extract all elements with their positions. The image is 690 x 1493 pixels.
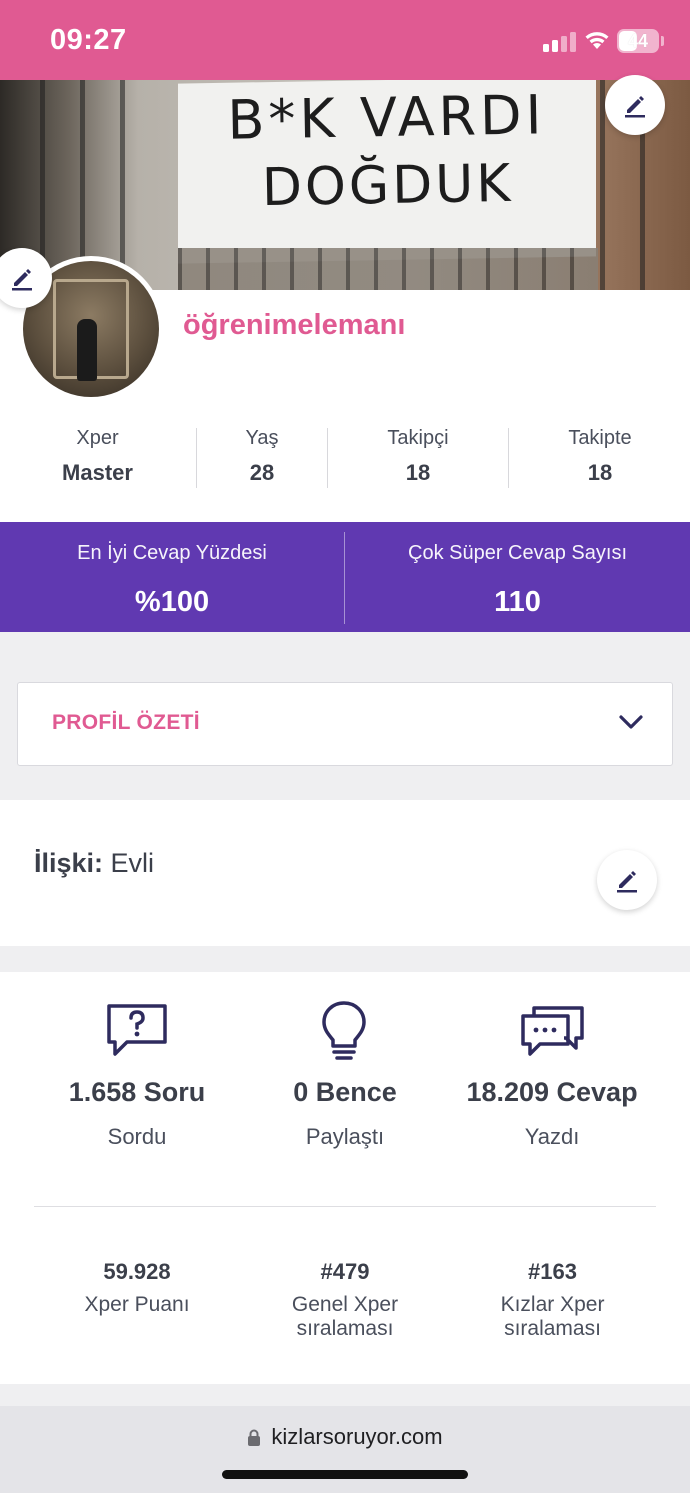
lightbulb-icon [322, 1001, 366, 1060]
pencil-icon [12, 269, 32, 291]
pencil-icon [625, 96, 645, 118]
opinions-count: 0 Bence [293, 1077, 397, 1107]
general-rank-value: #479 [320, 1259, 370, 1284]
girls-rank: #163 Kızlar Xper sıralaması [470, 1257, 635, 1341]
relationship-value: Evli [110, 848, 155, 878]
lock-icon [248, 1429, 261, 1446]
url-text: kizlarsoruyor.com [271, 1424, 443, 1449]
questions-stat[interactable]: 1.658 Soru Sordu [22, 1072, 252, 1154]
cellular-signal-icon [543, 30, 577, 52]
highlight-label: En İyi Cevap Yüzdesi [77, 542, 267, 564]
divider [327, 428, 328, 488]
highlight-label: Çok Süper Cevap Sayısı [408, 542, 627, 564]
divider [196, 428, 197, 488]
battery-icon: 44 [617, 29, 659, 53]
question-bubble-icon [107, 1004, 167, 1056]
stat-xper: Xper Master [20, 422, 175, 492]
pencil-icon [617, 871, 637, 893]
profile-stats: Xper Master Yaş 28 Takipçi 18 Takipte 18 [0, 422, 690, 494]
highlight-value: %100 [134, 586, 210, 618]
stat-value: 28 [249, 460, 275, 485]
highlight-band: En İyi Cevap Yüzdesi %100 Çok Süper Ceva… [0, 522, 690, 632]
girls-rank-value: #163 [528, 1259, 577, 1284]
stat-value: 18 [587, 460, 613, 485]
divider [508, 428, 509, 488]
questions-count: 1.658 Soru [68, 1077, 206, 1107]
answers-count: 18.209 Cevap [466, 1077, 638, 1107]
stat-label: Xper [76, 427, 119, 449]
cover-banner-line1: B*K VARDI [226, 83, 547, 152]
cover-banner-text: B*K VARDI DOĞDUK [177, 80, 597, 222]
stat-followers[interactable]: Takipçi 18 [328, 422, 508, 492]
xper-points: 59.928 Xper Puanı [42, 1257, 232, 1317]
questions-caption: Sordu [107, 1124, 167, 1149]
username: öğrenimelemanı [183, 309, 406, 341]
status-bar: 09:27 44 [0, 0, 690, 80]
chevron-down-icon [619, 715, 643, 729]
xper-points-value: 59.928 [103, 1259, 171, 1284]
profile-summary-title: PROFİL ÖZETİ [52, 711, 200, 734]
answers-caption: Yazdı [524, 1124, 580, 1149]
answers-stat[interactable]: 18.209 Cevap Yazdı [442, 1072, 662, 1154]
opinions-caption: Paylaştı [305, 1124, 385, 1149]
highlight-value: 110 [494, 586, 541, 618]
home-indicator[interactable] [222, 1470, 468, 1479]
url-display[interactable]: kizlarsoruyor.com [0, 1424, 690, 1450]
stat-value: 18 [405, 460, 431, 485]
girls-rank-caption: Kızlar Xper sıralaması [500, 1293, 605, 1340]
chat-bubbles-icon [521, 1006, 584, 1056]
general-rank: #479 Genel Xper sıralaması [260, 1257, 430, 1341]
xper-points-caption: Xper Puanı [84, 1293, 190, 1316]
stat-label: Takipçi [387, 427, 449, 449]
best-answer-rate: En İyi Cevap Yüzdesi %100 [0, 522, 344, 632]
edit-cover-button[interactable] [605, 75, 665, 135]
relationship-status: İlişki: Evli [34, 848, 154, 879]
cover-banner-line2: DOĞDUK [261, 153, 514, 219]
stat-age: Yaş 28 [197, 422, 327, 492]
stat-label: Takipte [568, 427, 632, 449]
general-rank-caption: Genel Xper sıralaması [291, 1293, 399, 1340]
battery-level-text: 44 [627, 31, 649, 51]
wifi-icon [585, 32, 609, 49]
divider [34, 1206, 656, 1207]
relationship-label: İlişki: [34, 848, 104, 878]
edit-relationship-button[interactable] [597, 850, 657, 910]
profile-summary-toggle[interactable]: PROFİL ÖZETİ [17, 682, 673, 766]
status-time: 09:27 [50, 24, 127, 56]
stat-value: Master [62, 460, 133, 485]
stat-label: Yaş [245, 427, 279, 449]
opinions-stat[interactable]: 0 Bence Paylaştı [230, 1072, 460, 1154]
super-answer-count: Çok Süper Cevap Sayısı 110 [345, 522, 690, 632]
stat-following[interactable]: Takipte 18 [510, 422, 690, 492]
